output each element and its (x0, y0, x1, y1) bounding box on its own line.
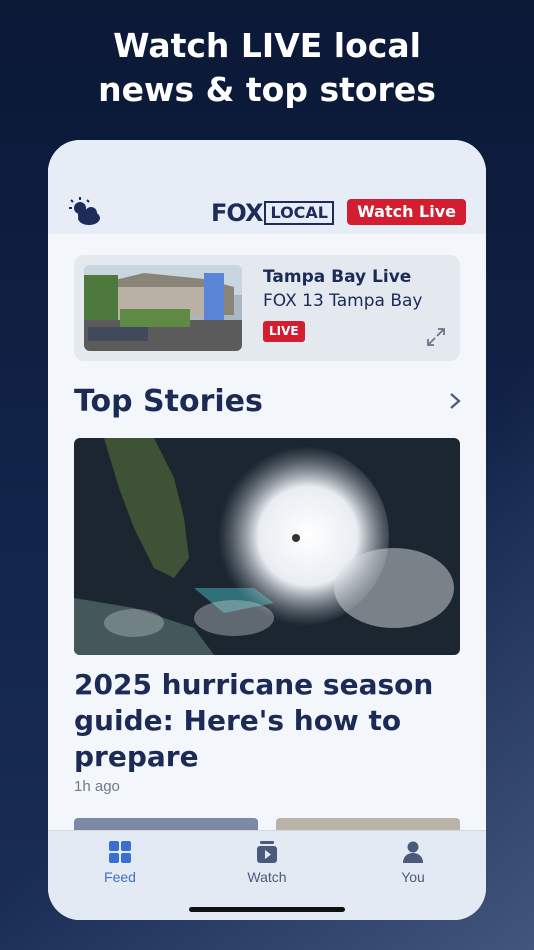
top-stories-heading[interactable]: Top Stories (74, 384, 263, 419)
tab-you-label: You (401, 869, 425, 885)
marketing-headline-line2: news & top stores (98, 70, 436, 109)
brand-local: LOCAL (264, 201, 334, 225)
tab-bar: Feed Watch You (48, 830, 486, 920)
live-card-title: Tampa Bay Live (263, 267, 412, 287)
live-thumbnail[interactable] (84, 265, 242, 351)
live-stream-card[interactable]: Tampa Bay Live FOX 13 Tampa Bay LIVE (74, 255, 460, 361)
partly-cloudy-icon[interactable] (68, 196, 102, 228)
tab-watch[interactable]: Watch (217, 839, 317, 885)
play-stack-icon (257, 841, 277, 863)
tab-you[interactable]: You (363, 839, 463, 885)
hurricane-satellite-image[interactable] (74, 438, 460, 655)
marketing-headline-line1: Watch LIVE local (113, 26, 421, 65)
phone-screen: FOX LOCAL Watch Live Tampa Bay Live FOX … (48, 140, 486, 920)
tab-feed-label: Feed (104, 869, 136, 885)
brand-fox: FOX (211, 199, 263, 227)
marketing-headline: Watch LIVE local news & top stores (0, 24, 534, 112)
tab-watch-label: Watch (247, 869, 287, 885)
home-indicator[interactable] (189, 907, 345, 912)
fox-local-logo: FOX LOCAL (211, 199, 334, 227)
lead-story-headline[interactable]: 2025 hurricane season guide: Here's how … (74, 667, 454, 775)
lead-story-time: 1h ago (74, 778, 120, 795)
grid-icon (109, 841, 131, 863)
app-header: FOX LOCAL Watch Live (48, 140, 486, 234)
watch-live-button[interactable]: Watch Live (347, 199, 466, 225)
live-badge: LIVE (263, 321, 305, 342)
expand-icon[interactable] (426, 327, 446, 347)
chevron-right-icon[interactable] (448, 392, 462, 410)
person-icon (403, 841, 423, 863)
tab-feed[interactable]: Feed (70, 839, 170, 885)
live-card-subtitle: FOX 13 Tampa Bay (263, 291, 423, 311)
